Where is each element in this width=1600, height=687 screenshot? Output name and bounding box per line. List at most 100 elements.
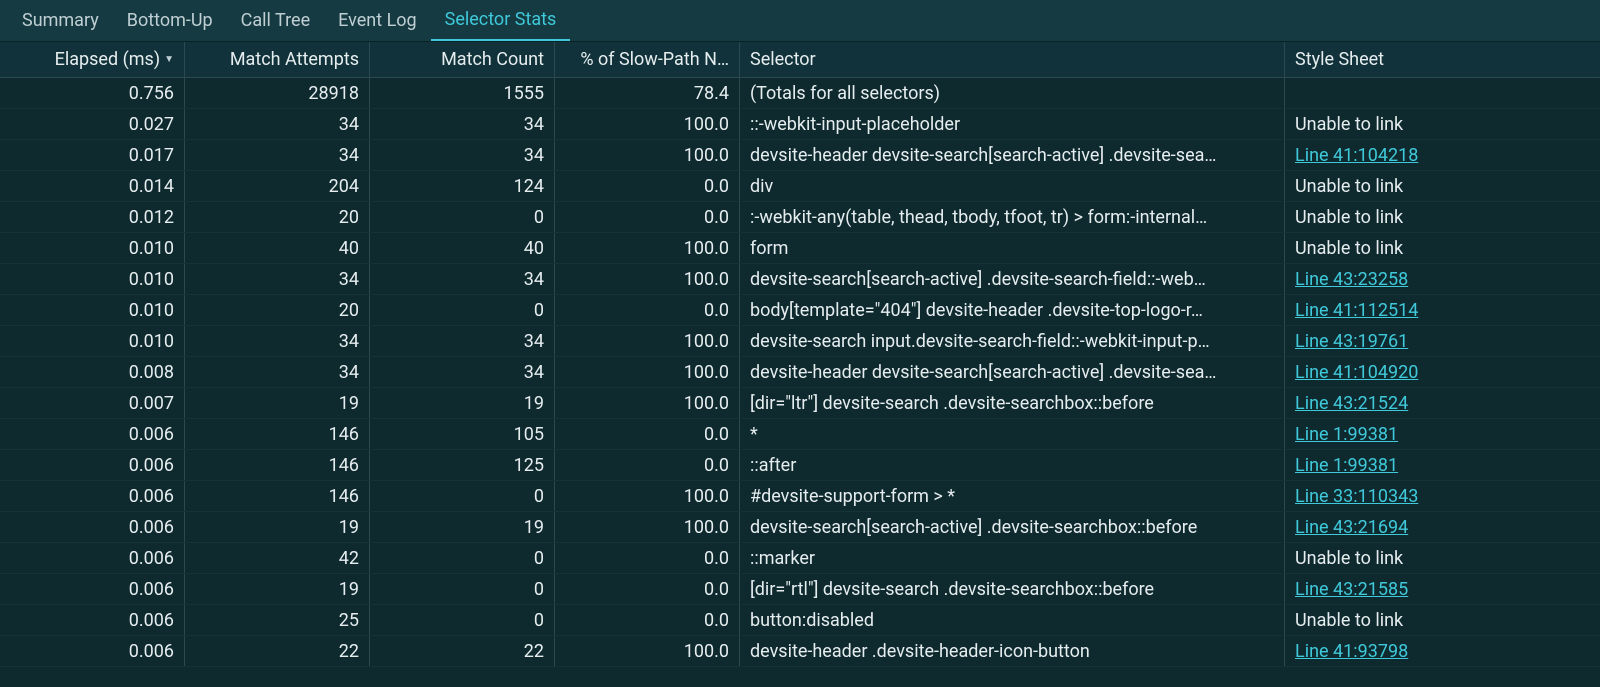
table-row[interactable]: 0.0061461250.0::afterLine 1:99381 <box>0 450 1600 481</box>
cell-selector: devsite-header .devsite-header-icon-butt… <box>740 636 1285 666</box>
cell-attempts: 34 <box>185 140 370 170</box>
cell-elapsed: 0.027 <box>0 109 185 139</box>
cell-pct: 0.0 <box>555 171 740 201</box>
cell-attempts: 20 <box>185 202 370 232</box>
col-elapsed[interactable]: Elapsed (ms) ▼ <box>0 42 185 77</box>
cell-pct: 0.0 <box>555 202 740 232</box>
table-row[interactable]: 0.0104040100.0formUnable to link <box>0 233 1600 264</box>
sort-indicator-icon: ▼ <box>164 54 174 65</box>
table-row[interactable]: 0.75628918155578.4(Totals for all select… <box>0 78 1600 109</box>
cell-count: 22 <box>370 636 555 666</box>
cell-sheet: Unable to link <box>1285 202 1600 232</box>
cell-sheet: Line 1:99381 <box>1285 419 1600 449</box>
cell-count: 0 <box>370 295 555 325</box>
cell-attempts: 19 <box>185 388 370 418</box>
cell-elapsed: 0.008 <box>0 357 185 387</box>
cell-elapsed: 0.006 <box>0 450 185 480</box>
cell-elapsed: 0.017 <box>0 140 185 170</box>
cell-attempts: 204 <box>185 171 370 201</box>
cell-sheet: Line 41:104920 <box>1285 357 1600 387</box>
cell-pct: 100.0 <box>555 512 740 542</box>
cell-pct: 78.4 <box>555 78 740 108</box>
tab-label: Selector Stats <box>445 9 557 30</box>
cell-selector: devsite-search[search-active] .devsite-s… <box>740 264 1285 294</box>
cell-elapsed: 0.006 <box>0 574 185 604</box>
cell-elapsed: 0.006 <box>0 605 185 635</box>
table-row[interactable]: 0.0083434100.0devsite-header devsite-sea… <box>0 357 1600 388</box>
cell-pct: 0.0 <box>555 295 740 325</box>
cell-attempts: 146 <box>185 450 370 480</box>
table-row[interactable]: 0.0142041240.0divUnable to link <box>0 171 1600 202</box>
cell-sheet: Line 43:19761 <box>1285 326 1600 356</box>
cell-selector: body[template="404"] devsite-header .dev… <box>740 295 1285 325</box>
col-sheet-label: Style Sheet <box>1295 49 1384 70</box>
cell-attempts: 19 <box>185 512 370 542</box>
table-row[interactable]: 0.0064200.0::markerUnable to link <box>0 543 1600 574</box>
cell-pct: 0.0 <box>555 419 740 449</box>
tab-summary[interactable]: Summary <box>8 0 113 41</box>
stylesheet-link[interactable]: Line 1:99381 <box>1295 455 1398 476</box>
cell-selector: [dir="ltr"] devsite-search .devsite-sear… <box>740 388 1285 418</box>
stylesheet-link[interactable]: Line 43:21585 <box>1295 579 1408 600</box>
table-row[interactable]: 0.0102000.0body[template="404"] devsite-… <box>0 295 1600 326</box>
tab-call-tree[interactable]: Call Tree <box>227 0 324 41</box>
stylesheet-link[interactable]: Line 41:112514 <box>1295 300 1418 321</box>
cell-sheet: Line 41:104218 <box>1285 140 1600 170</box>
cell-pct: 100.0 <box>555 233 740 263</box>
stylesheet-link[interactable]: Line 41:104920 <box>1295 362 1418 383</box>
cell-count: 105 <box>370 419 555 449</box>
col-attempts-label: Match Attempts <box>230 49 359 70</box>
table-row[interactable]: 0.0061461050.0*Line 1:99381 <box>0 419 1600 450</box>
col-selector[interactable]: Selector <box>740 42 1285 77</box>
table-row[interactable]: 0.0061460100.0#devsite-support-form > *L… <box>0 481 1600 512</box>
table-row[interactable]: 0.0061919100.0devsite-search[search-acti… <box>0 512 1600 543</box>
stylesheet-link[interactable]: Line 1:99381 <box>1295 424 1398 445</box>
cell-elapsed: 0.010 <box>0 295 185 325</box>
stylesheet-link[interactable]: Line 43:19761 <box>1295 331 1408 352</box>
stylesheet-link[interactable]: Line 43:23258 <box>1295 269 1408 290</box>
cell-sheet: Unable to link <box>1285 543 1600 573</box>
cell-attempts: 22 <box>185 636 370 666</box>
col-sheet[interactable]: Style Sheet <box>1285 42 1600 77</box>
cell-sheet: Line 43:21585 <box>1285 574 1600 604</box>
col-count[interactable]: Match Count <box>370 42 555 77</box>
cell-attempts: 34 <box>185 264 370 294</box>
tab-event-log[interactable]: Event Log <box>324 0 431 41</box>
stylesheet-link[interactable]: Line 41:104218 <box>1295 145 1418 166</box>
cell-sheet <box>1285 78 1600 108</box>
cell-elapsed: 0.756 <box>0 78 185 108</box>
cell-elapsed: 0.006 <box>0 636 185 666</box>
stylesheet-link[interactable]: Line 33:110343 <box>1295 486 1418 507</box>
table-row[interactable]: 0.0062222100.0devsite-header .devsite-he… <box>0 636 1600 667</box>
table-row[interactable]: 0.0122000.0:-webkit-any(table, thead, tb… <box>0 202 1600 233</box>
table-row[interactable]: 0.0061900.0[dir="rtl"] devsite-search .d… <box>0 574 1600 605</box>
table-row[interactable]: 0.0062500.0button:disabledUnable to link <box>0 605 1600 636</box>
cell-attempts: 34 <box>185 357 370 387</box>
table-row[interactable]: 0.0103434100.0devsite-search[search-acti… <box>0 264 1600 295</box>
cell-count: 40 <box>370 233 555 263</box>
cell-selector: [dir="rtl"] devsite-search .devsite-sear… <box>740 574 1285 604</box>
col-attempts[interactable]: Match Attempts <box>185 42 370 77</box>
tab-bottom-up[interactable]: Bottom-Up <box>113 0 227 41</box>
table-row[interactable]: 0.0071919100.0[dir="ltr"] devsite-search… <box>0 388 1600 419</box>
cell-sheet: Line 41:93798 <box>1285 636 1600 666</box>
cell-count: 34 <box>370 264 555 294</box>
stylesheet-text: Unable to link <box>1295 238 1403 259</box>
cell-count: 34 <box>370 326 555 356</box>
stylesheet-link[interactable]: Line 43:21524 <box>1295 393 1408 414</box>
tab-label: Event Log <box>338 10 417 31</box>
tab-selector-stats[interactable]: Selector Stats <box>431 0 571 41</box>
cell-selector: ::-webkit-input-placeholder <box>740 109 1285 139</box>
table-row[interactable]: 0.0103434100.0devsite-search input.devsi… <box>0 326 1600 357</box>
col-pct[interactable]: % of Slow-Path N… <box>555 42 740 77</box>
table-row[interactable]: 0.0173434100.0devsite-header devsite-sea… <box>0 140 1600 171</box>
cell-sheet: Line 1:99381 <box>1285 450 1600 480</box>
cell-count: 34 <box>370 140 555 170</box>
stylesheet-link[interactable]: Line 43:21694 <box>1295 517 1408 538</box>
tab-label: Call Tree <box>241 10 310 31</box>
cell-pct: 0.0 <box>555 450 740 480</box>
cell-selector: devsite-search[search-active] .devsite-s… <box>740 512 1285 542</box>
table-row[interactable]: 0.0273434100.0::-webkit-input-placeholde… <box>0 109 1600 140</box>
stylesheet-link[interactable]: Line 41:93798 <box>1295 641 1408 662</box>
cell-count: 19 <box>370 388 555 418</box>
